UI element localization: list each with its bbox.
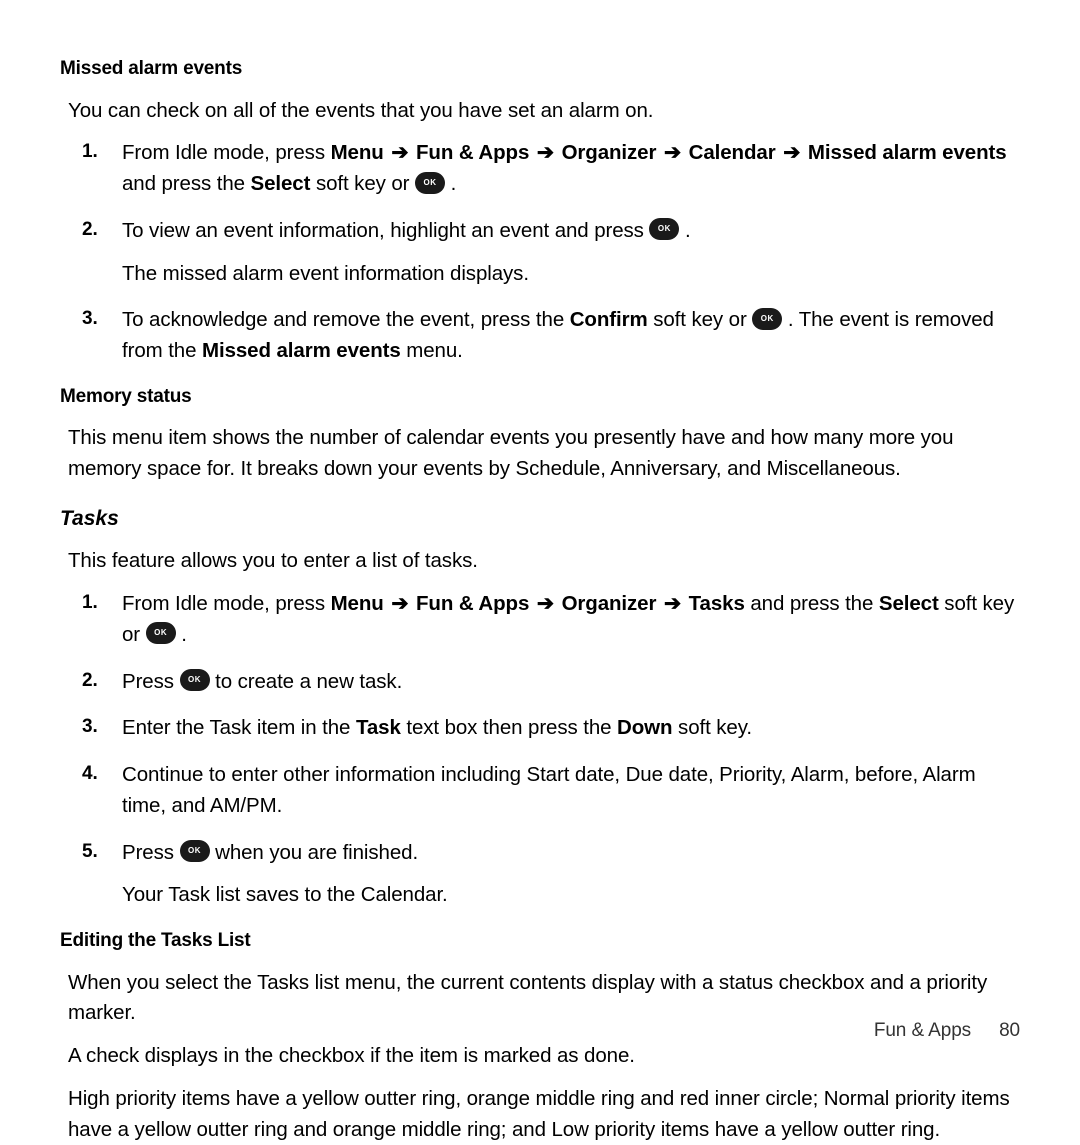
menu-label: Organizer: [562, 592, 657, 615]
ok-icon: [415, 172, 445, 194]
menu-label: Organizer: [562, 141, 657, 164]
menu-label: Fun & Apps: [416, 592, 529, 615]
menu-label: Menu: [331, 592, 384, 615]
editing-p3: High priority items have a yellow outter…: [68, 1084, 1020, 1145]
text: and press the: [122, 172, 251, 195]
list-item: Enter the Task item in the Task text box…: [82, 713, 1020, 744]
menu-label: Missed alarm events: [808, 141, 1007, 164]
arrow-icon: ➔: [389, 141, 410, 164]
tasks-steps: From Idle mode, press Menu ➔ Fun & Apps …: [82, 589, 1020, 911]
heading-missed-alarm: Missed alarm events: [60, 55, 1020, 84]
text: to create a new task.: [215, 670, 402, 693]
text: and press the: [745, 592, 879, 615]
page-footer: Fun & Apps 80: [874, 1017, 1020, 1046]
footer-section: Fun & Apps: [874, 1020, 971, 1041]
arrow-icon: ➔: [781, 141, 802, 164]
arrow-icon: ➔: [389, 592, 410, 615]
ok-icon: [146, 622, 176, 644]
arrow-icon: ➔: [535, 141, 556, 164]
text: To acknowledge and remove the event, pre…: [122, 308, 570, 331]
ok-icon: [180, 840, 210, 862]
text: soft key or: [648, 308, 753, 331]
memory-body: This menu item shows the number of calen…: [68, 423, 1020, 485]
page-number: 80: [999, 1020, 1020, 1041]
task-label: Task: [356, 716, 401, 739]
text: .: [451, 172, 457, 195]
text: Enter the Task item in the: [122, 716, 356, 739]
heading-tasks: Tasks: [60, 503, 1020, 535]
text: soft key or: [310, 172, 415, 195]
missed-intro: You can check on all of the events that …: [68, 96, 1020, 127]
text: text box then press the: [401, 716, 617, 739]
confirm-label: Confirm: [570, 308, 648, 331]
editing-p2: A check displays in the checkbox if the …: [68, 1041, 1020, 1072]
list-item: To acknowledge and remove the event, pre…: [82, 305, 1020, 367]
list-item: Press to create a new task.: [82, 667, 1020, 698]
ok-icon: [649, 218, 679, 240]
arrow-icon: ➔: [535, 592, 556, 615]
text: Continue to enter other information incl…: [122, 763, 976, 817]
select-label: Select: [879, 592, 939, 615]
arrow-icon: ➔: [662, 592, 683, 615]
text: To view an event information, highlight …: [122, 219, 649, 242]
text: .: [181, 623, 187, 646]
text: The missed alarm event information displ…: [122, 259, 1020, 290]
menu-label: Missed alarm events: [202, 339, 401, 362]
heading-editing-tasks: Editing the Tasks List: [60, 927, 1020, 956]
arrow-icon: ➔: [662, 141, 683, 164]
tasks-intro: This feature allows you to enter a list …: [68, 546, 1020, 577]
text: Press: [122, 670, 180, 693]
list-item: From Idle mode, press Menu ➔ Fun & Apps …: [82, 138, 1020, 200]
text: From Idle mode, press: [122, 592, 331, 615]
text: soft key.: [672, 716, 752, 739]
list-item: To view an event information, highlight …: [82, 216, 1020, 290]
text: .: [685, 219, 691, 242]
missed-steps: From Idle mode, press Menu ➔ Fun & Apps …: [82, 138, 1020, 367]
text: Press: [122, 841, 180, 864]
down-label: Down: [617, 716, 672, 739]
text: Your Task list saves to the Calendar.: [122, 880, 1020, 911]
menu-label: Fun & Apps: [416, 141, 529, 164]
ok-icon: [180, 669, 210, 691]
heading-memory-status: Memory status: [60, 383, 1020, 412]
text: when you are finished.: [215, 841, 418, 864]
text: From Idle mode, press: [122, 141, 331, 164]
menu-label: Tasks: [689, 592, 745, 615]
list-item: Press when you are finished. Your Task l…: [82, 838, 1020, 912]
list-item: Continue to enter other information incl…: [82, 760, 1020, 822]
menu-label: Calendar: [689, 141, 776, 164]
text: menu.: [401, 339, 463, 362]
list-item: From Idle mode, press Menu ➔ Fun & Apps …: [82, 589, 1020, 651]
ok-icon: [752, 308, 782, 330]
menu-label: Menu: [331, 141, 384, 164]
select-label: Select: [251, 172, 311, 195]
